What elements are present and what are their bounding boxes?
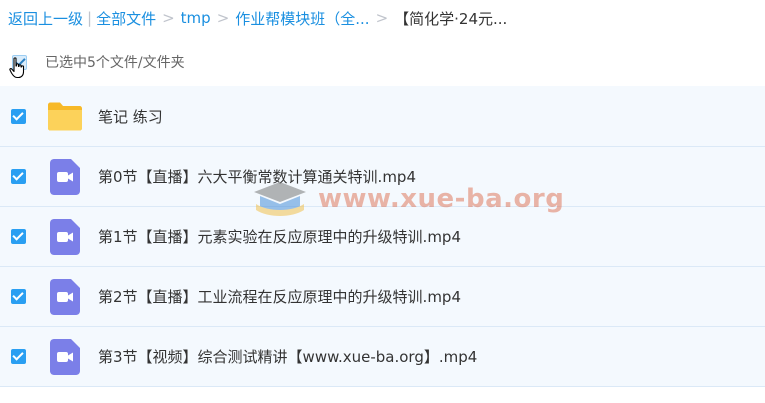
selection-count-label: 已选中5个文件/文件夹 xyxy=(45,55,185,71)
breadcrumb-back-link[interactable]: 返回上一级 xyxy=(8,8,83,29)
file-name[interactable]: 笔记 练习 xyxy=(98,106,163,127)
file-name[interactable]: 第1节【直播】元素实验在反应原理中的升级特训.mp4 xyxy=(98,226,461,247)
video-file-icon xyxy=(46,158,84,196)
folder-icon xyxy=(46,97,84,135)
breadcrumb-folder-link[interactable]: 作业帮模块班（全... xyxy=(235,8,369,29)
video-file-icon xyxy=(46,278,84,316)
breadcrumb-chevron-icon: > xyxy=(162,9,175,27)
breadcrumb-divider: | xyxy=(87,9,93,27)
file-row-video[interactable]: 第1节【直播】元素实验在反应原理中的升级特训.mp4 xyxy=(0,207,765,267)
row-checkbox[interactable] xyxy=(11,169,26,184)
breadcrumb-tmp-link[interactable]: tmp xyxy=(181,9,211,27)
video-file-icon xyxy=(46,338,84,376)
row-checkbox[interactable] xyxy=(11,289,26,304)
file-name[interactable]: 第3节【视频】综合测试精讲【www.xue-ba.org】.mp4 xyxy=(98,346,477,367)
hand-pointer-icon xyxy=(9,57,25,79)
file-row-folder[interactable]: 笔记 练习 xyxy=(0,86,765,147)
file-row-video[interactable]: 第0节【直播】六大平衡常数计算通关特训.mp4 xyxy=(0,147,765,207)
row-checkbox[interactable] xyxy=(11,108,26,124)
breadcrumb-all-files-link[interactable]: 全部文件 xyxy=(96,8,156,29)
file-list: 笔记 练习 第0节【直播】六大平衡常数计算通关特训.mp4 第1节【直播】元素实… xyxy=(0,86,765,387)
row-checkbox[interactable] xyxy=(11,229,26,244)
file-row-video[interactable]: 第2节【直播】工业流程在反应原理中的升级特训.mp4 xyxy=(0,267,765,327)
breadcrumb-current: 【简化学·24元... xyxy=(394,9,508,28)
file-browser-page: 返回上一级 | 全部文件 > tmp > 作业帮模块班（全... > 【简化学·… xyxy=(0,0,765,403)
video-file-icon xyxy=(46,218,84,256)
selection-bar: 已选中5个文件/文件夹 xyxy=(0,44,765,80)
breadcrumb-chevron-icon: > xyxy=(216,9,230,27)
file-name[interactable]: 第2节【直播】工业流程在反应原理中的升级特训.mp4 xyxy=(98,286,461,307)
breadcrumb: 返回上一级 | 全部文件 > tmp > 作业帮模块班（全... > 【简化学·… xyxy=(8,0,507,36)
breadcrumb-chevron-icon: > xyxy=(375,9,389,27)
row-checkbox[interactable] xyxy=(11,349,26,364)
file-row-video[interactable]: 第3节【视频】综合测试精讲【www.xue-ba.org】.mp4 xyxy=(0,327,765,387)
file-name[interactable]: 第0节【直播】六大平衡常数计算通关特训.mp4 xyxy=(98,166,416,187)
